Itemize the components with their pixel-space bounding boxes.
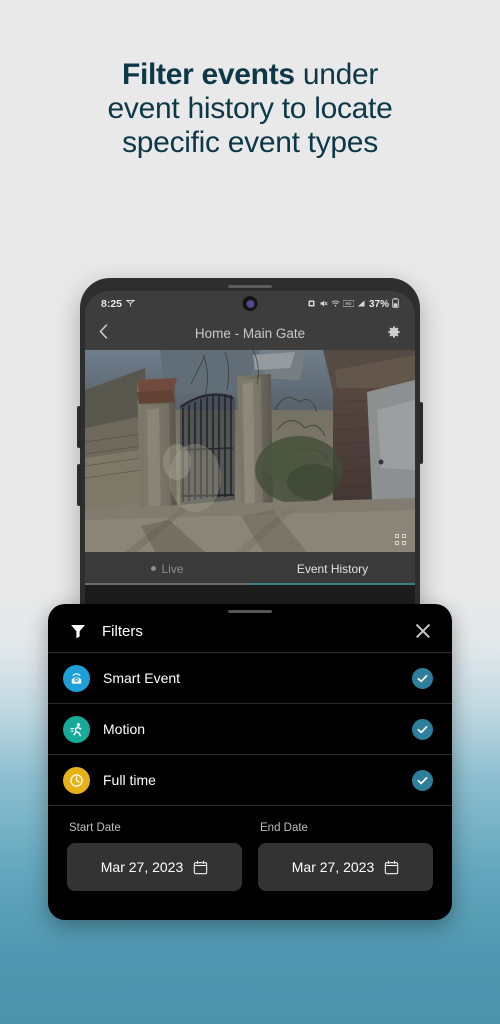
close-icon[interactable] [412, 620, 434, 642]
tab-event-history[interactable]: Event History [250, 552, 415, 585]
filters-title: Filters [102, 622, 143, 640]
mute-icon [319, 299, 328, 310]
svg-text:HD: HD [346, 301, 352, 306]
drag-handle[interactable] [228, 610, 272, 613]
fullscreen-icon[interactable] [395, 534, 406, 545]
wifi-icon [331, 299, 340, 310]
volume-up-button[interactable] [77, 406, 81, 448]
gear-icon[interactable] [379, 325, 401, 342]
headline-bold: Filter events [121, 58, 295, 91]
smart-event-camera-icon [63, 664, 90, 692]
hd-icon: HD [342, 299, 355, 309]
location-arrow-icon [125, 299, 136, 310]
calendar-icon [193, 860, 208, 875]
signal-icon [357, 299, 366, 310]
filter-label-smart-event: Smart Event [103, 670, 181, 686]
filter-label-motion: Motion [103, 721, 146, 737]
alarm-icon [307, 299, 316, 310]
app-bar-title: Home - Main Gate [194, 326, 306, 341]
end-date-label: End Date [260, 822, 308, 834]
camera-feed-overlay [85, 350, 415, 552]
filter-row-smart-event[interactable]: Smart Event [48, 652, 452, 703]
back-chevron-icon[interactable] [99, 323, 121, 344]
calendar-icon [384, 860, 399, 875]
start-date-field[interactable]: Mar 27, 2023 [67, 843, 242, 891]
headline-line-2: event history to locate [107, 92, 393, 125]
end-date-value: Mar 27, 2023 [291, 859, 375, 875]
filter-checkbox-smart-event[interactable] [412, 667, 433, 689]
headline-line-3: specific event types [122, 126, 378, 159]
start-date-value: Mar 27, 2023 [100, 859, 184, 875]
promo-screenshot: Filter events under event history to loc… [0, 0, 500, 1024]
tab-event-history-label: Event History [296, 561, 369, 576]
tab-live-label: Live [161, 561, 184, 576]
headline-rest-1: under [294, 58, 379, 91]
live-dot-icon [151, 566, 157, 571]
tab-live-underline [85, 583, 250, 585]
filters-sheet: Filters Smart Event Motion Full time Sta… [48, 604, 452, 920]
tab-event-history-underline [250, 583, 415, 585]
camera-feed[interactable] [85, 350, 415, 552]
filter-funnel-icon [70, 623, 86, 639]
filter-checkbox-motion[interactable] [412, 718, 433, 740]
motion-running-icon [63, 715, 90, 743]
battery-icon [392, 298, 399, 310]
filter-row-motion[interactable]: Motion [48, 703, 452, 754]
full-time-clock-icon [63, 766, 90, 794]
filter-label-full-time: Full time [103, 772, 156, 788]
filter-row-full-time[interactable]: Full time [48, 754, 452, 805]
filter-checkbox-full-time[interactable] [412, 769, 433, 791]
status-time: 8:25 [101, 298, 123, 310]
start-date-label: Start Date [69, 822, 121, 834]
earpiece-speaker [228, 285, 272, 288]
end-date-field[interactable]: Mar 27, 2023 [258, 843, 433, 891]
tab-live[interactable]: Live [85, 552, 250, 585]
status-bar: 8:25 HD 37% [85, 291, 415, 317]
page-title: Filter events under event history to loc… [0, 58, 500, 160]
start-date-group: Start Date Mar 27, 2023 [67, 822, 242, 891]
volume-down-button[interactable] [77, 464, 81, 506]
date-range-section: Start Date Mar 27, 2023 End Date Mar 27,… [48, 805, 452, 891]
end-date-group: End Date Mar 27, 2023 [258, 822, 433, 891]
app-bar: Home - Main Gate [85, 317, 415, 350]
front-camera-punch-hole [242, 296, 258, 311]
tab-bar: Live Event History [85, 552, 415, 585]
headline-line-1: Filter events under [55, 58, 445, 92]
battery-percent: 37% [368, 298, 389, 310]
power-button[interactable] [419, 402, 423, 464]
